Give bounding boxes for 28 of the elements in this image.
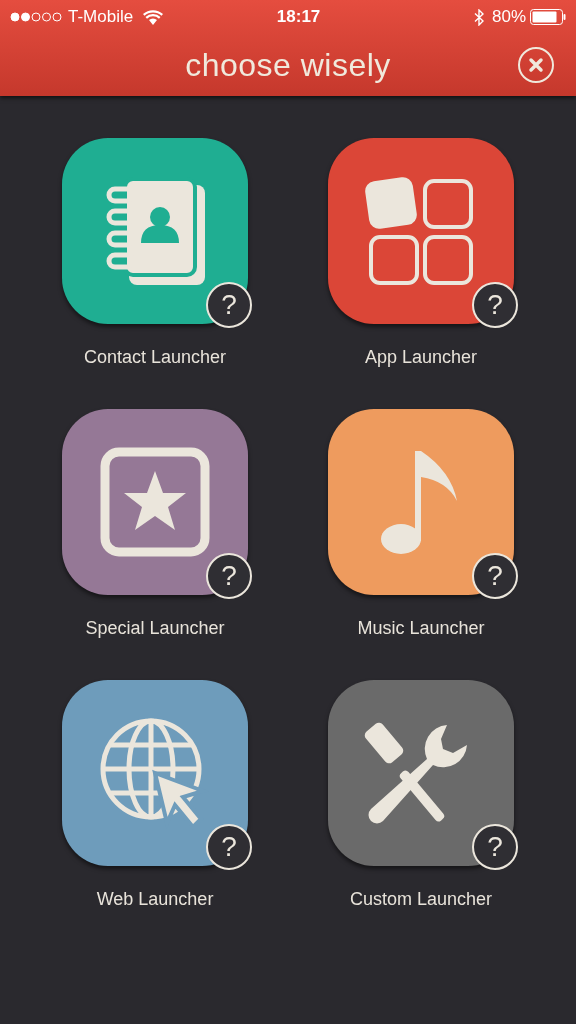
launcher-label: Custom Launcher	[349, 888, 493, 911]
help-button[interactable]: ?	[472, 824, 518, 870]
wifi-icon	[143, 9, 164, 25]
launcher-label: App Launcher	[364, 346, 478, 369]
carrier-name: T-Mobile	[68, 6, 134, 29]
help-button[interactable]: ?	[206, 282, 252, 328]
help-button[interactable]: ?	[206, 824, 252, 870]
header-title: choose wisely	[185, 46, 391, 85]
close-icon	[528, 57, 544, 73]
clock-time: 18:17	[275, 6, 322, 29]
help-button[interactable]: ?	[472, 553, 518, 599]
bluetooth-icon	[473, 8, 484, 26]
launcher-label: Special Launcher	[85, 617, 225, 640]
launcher-tile[interactable]	[328, 680, 514, 866]
help-button[interactable]: ?	[206, 553, 252, 599]
launcher-tile[interactable]	[62, 138, 248, 324]
launcher-label: Music Launcher	[357, 617, 485, 640]
close-button[interactable]	[518, 47, 554, 83]
signal-icon	[10, 12, 62, 22]
battery-icon	[530, 9, 566, 25]
launcher-label: Web Launcher	[96, 888, 214, 911]
launcher-tile[interactable]	[328, 409, 514, 595]
launcher-label: Contact Launcher	[83, 346, 227, 369]
battery-percent: 80%	[491, 6, 526, 29]
launcher-tile[interactable]	[62, 680, 248, 866]
launcher-tile[interactable]	[328, 138, 514, 324]
launcher-tile[interactable]	[62, 409, 248, 595]
help-button[interactable]: ?	[472, 282, 518, 328]
